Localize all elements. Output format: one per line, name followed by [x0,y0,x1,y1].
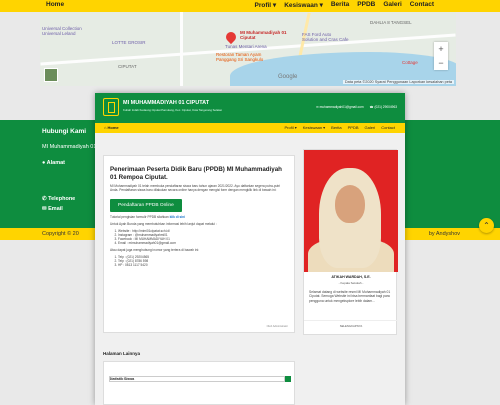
bg-nav-menu: Profil ▾ Kesiswaan ▾ Berita PPDB Galeri … [255,1,435,9]
school-address: Kubah Indah Kedaung Ciputat Pamulang, Ke… [123,108,223,112]
bg-nav-item[interactable]: Kesiswaan ▾ [284,1,323,9]
nav-item[interactable]: Kesiswaan ▾ [303,125,325,130]
background-top-navbar: Home Profil ▾ Kesiswaan ▾ Berita PPDB Ga… [0,0,500,12]
search-button[interactable] [285,376,291,382]
search-input[interactable]: Cari halaman atau... [109,376,285,382]
bg-nav-item[interactable]: PPDB [357,1,375,9]
main-navbar: ⌂ Home Profil ▾ Kesiswaan ▾ Berita PPDB … [95,123,405,133]
map-label: LOTTE GROSIR [112,40,146,45]
zoom-in-icon[interactable]: + [434,42,448,56]
map-attribution: Data peta ©2020 Syarat Penggunaan Lapork… [342,80,454,84]
nav-item[interactable]: Berita [331,125,341,130]
principal-card: ATIKAH WARDAH, S.E. - Kepala Sekolah - S… [303,149,398,335]
map-label: Ciputat [240,35,256,40]
principal-photo [304,150,398,272]
footer-school: MI Muhammadiyah 01 [42,144,97,150]
list-item: HP : 0813 1117 5420 [118,263,288,267]
map-label: Universal Leland [42,31,76,36]
school-logo-icon [103,98,119,116]
principal-greeting: Selamat datang di website resmi MI Muham… [309,290,391,303]
contacts-intro: Atau dapat juga menghubungi nomor yang t… [110,248,199,253]
map-zoom-control: + − [434,42,448,70]
map-label: Solution and Cras Cafe [302,37,349,42]
tutorial-text: Tutorial pengisian formulir PPDB silahka… [110,214,186,219]
embedded-map[interactable]: Universal Collection Universal Leland MI… [40,12,456,86]
tutorial-link[interactable]: klik di sini [170,215,185,219]
ppdb-register-button[interactable]: Pendaftaran PPDB Online [110,198,182,212]
article-title: Penerimaan Peserta Didik Baru (PPDB) MI … [110,166,282,181]
map-label: Tunas Mentari Arena [225,44,267,49]
site-header: MI MUHAMMADIYAH 01 CIPUTAT Kubah Indah K… [95,93,405,123]
help-text: Untuk Ayah Bunda yang membutuhkan inform… [110,222,217,227]
map-brand-logo: Google [278,74,298,80]
nav-item[interactable]: Profil ▾ [284,125,296,130]
page-preview: MI MUHAMMADIYAH 01 CIPUTAT Kubah Indah K… [95,93,405,405]
scroll-to-top-button[interactable]: ⌃ [479,218,494,233]
footer-address-label: ● Alamat [42,160,65,166]
map-pin-icon[interactable] [223,29,239,45]
list-item: Email : mimuhammadiyah01@gmail.com [118,241,288,245]
map-label: CIPUTAT [118,64,137,69]
principal-name: ATIKAH WARDAH, S.E. [331,275,371,279]
footer-email-label: ✉ Email [42,206,63,212]
school-name: MI MUHAMMADIYAH 01 CIPUTAT [123,100,210,106]
zoom-out-icon[interactable]: − [434,56,448,70]
nav-item[interactable]: Galeri [365,125,376,130]
footer-title: Hubungi Kami [42,128,87,135]
header-email[interactable]: ✉ muhammadiyah01@gmail.com [316,105,364,109]
map-label: Cottage [402,60,418,65]
phone-list: Telp : (021) 29204565 Telp : (021) 8786 … [118,255,288,268]
channel-list: Website : http://mimi01cipatat.sch.id/ I… [118,229,288,246]
ppdb-article: Penerimaan Peserta Didik Baru (PPDB) MI … [103,155,295,333]
map-label: DAHLIA 8 TANGSEL [370,20,412,25]
other-pages-title: Halaman Lainnya [103,351,141,356]
bg-nav-item[interactable]: Profil ▾ [255,1,277,9]
nav-item[interactable]: PPDB [348,125,359,130]
map-label: Panggang Sri Sangkulo [216,57,264,62]
copyright-text: Copyright © 20 [42,231,79,237]
author-credit: by Andyshov [428,231,460,237]
chevron-up-icon: ⌃ [483,221,490,230]
nav-home[interactable]: ⌂ Home [104,125,119,130]
article-intro: MI Muhammadiyah 01 telah membuka pendaft… [110,184,281,193]
student-stats-widget: Statistik Siswa Cari halaman atau... [103,361,295,405]
header-contacts: ✉ muhammadiyah01@gmail.com ☎ (021) 29004… [316,105,397,109]
bg-nav-item[interactable]: Contact [410,1,434,9]
nav-menu: Profil ▾ Kesiswaan ▾ Berita PPDB Galeri … [284,125,395,130]
map-satellite-toggle[interactable] [44,68,58,82]
map-road [180,12,183,86]
header-phone[interactable]: ☎ (021) 29004963 [370,105,397,109]
principal-role: - Kepala Sekolah - [338,281,364,285]
footer-telephone-label: ✆ Telephone [42,196,76,202]
article-author: Oleh Administrator [266,325,288,328]
bg-nav-item[interactable]: Berita [331,1,349,9]
read-more-link[interactable]: SELENGKAPNYA [304,320,398,328]
bg-nav-item[interactable]: Galeri [383,1,401,9]
bg-nav-home[interactable]: Home [46,1,64,8]
nav-item[interactable]: Contact [381,125,395,130]
